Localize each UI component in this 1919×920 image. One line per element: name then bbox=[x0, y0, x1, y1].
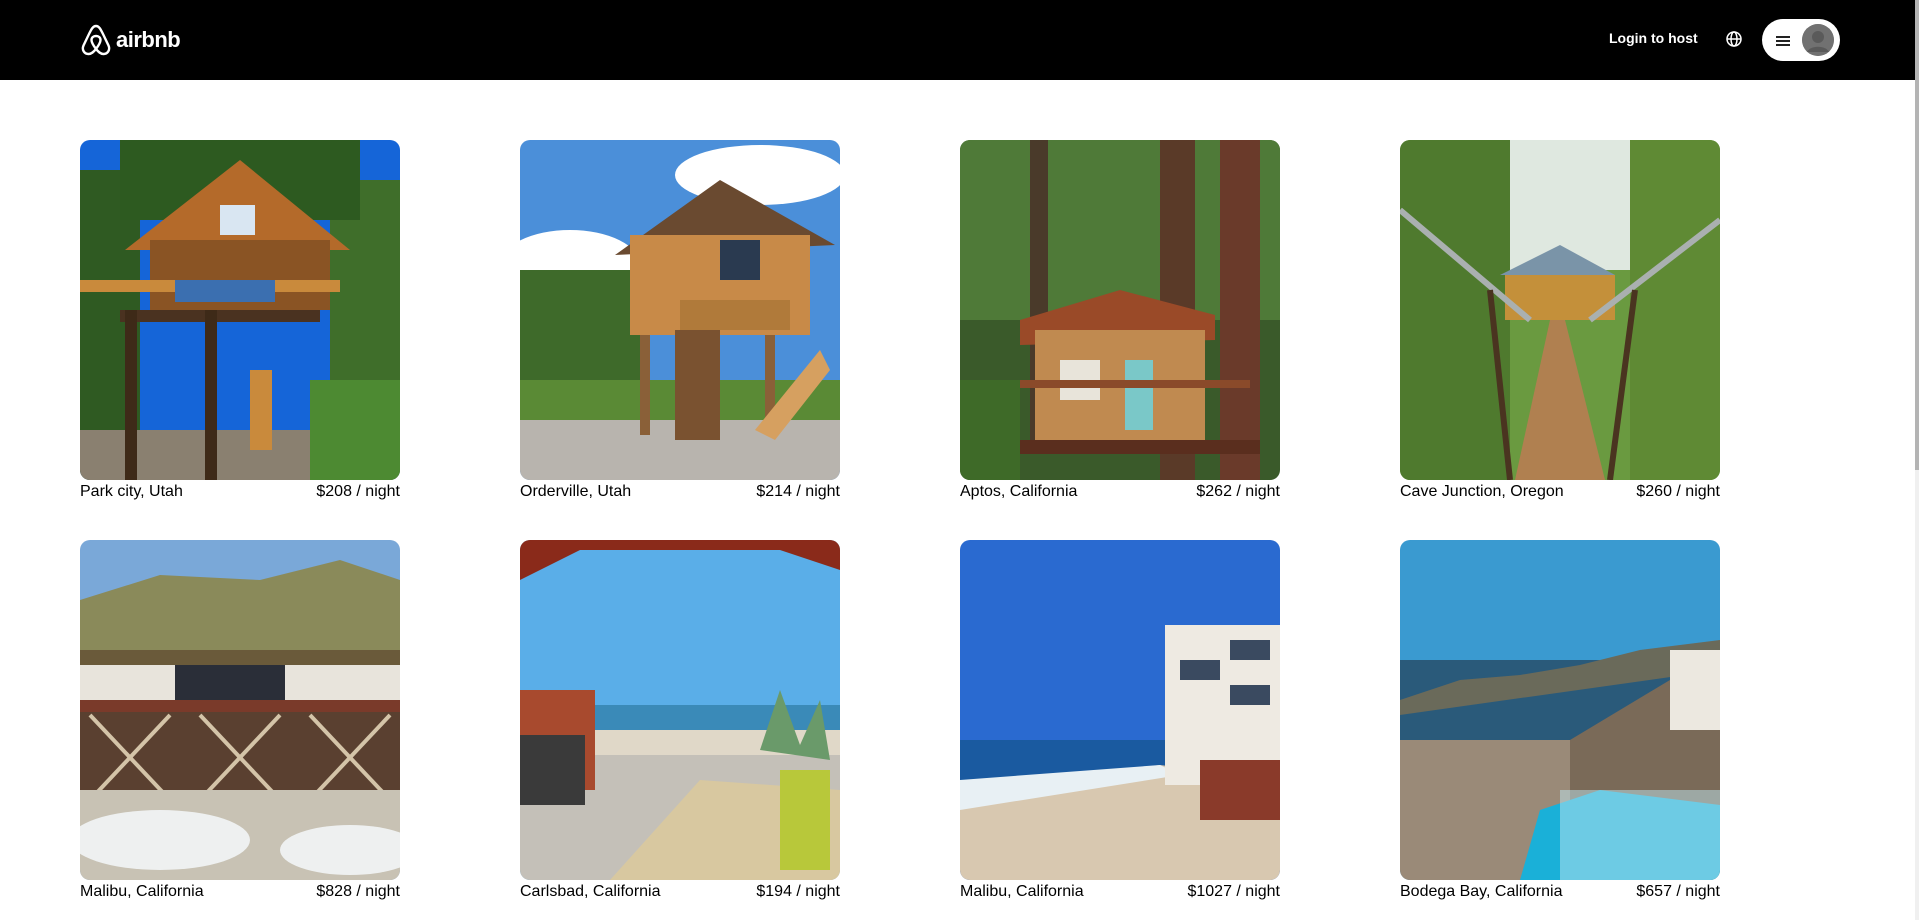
user-avatar-icon bbox=[1802, 24, 1834, 56]
listing-location: Carlsbad, California bbox=[520, 883, 661, 900]
listing-location: Bodega Bay, California bbox=[1400, 883, 1563, 900]
listing-location: Malibu, California bbox=[80, 883, 204, 900]
listing-card[interactable]: Malibu, California $828 / night bbox=[80, 540, 400, 902]
listing-location: Malibu, California bbox=[960, 883, 1084, 900]
listing-card[interactable]: Aptos, California $262 / night bbox=[960, 140, 1280, 502]
listing-price: $214 / night bbox=[756, 483, 840, 500]
listing-price: $657 / night bbox=[1636, 883, 1720, 900]
top-navbar: airbnb Login to host bbox=[0, 0, 1919, 80]
listing-card[interactable]: Bodega Bay, California $657 / night bbox=[1400, 540, 1720, 902]
logo-text: airbnb bbox=[116, 27, 181, 52]
listing-price: $262 / night bbox=[1196, 483, 1280, 500]
listing-card[interactable]: Orderville, Utah $214 / night bbox=[520, 140, 840, 502]
listing-photo[interactable] bbox=[80, 140, 400, 480]
hamburger-icon bbox=[1776, 36, 1790, 46]
listing-photo[interactable] bbox=[960, 540, 1280, 880]
listings-grid: Park city, Utah $208 / night Orderville,… bbox=[80, 140, 1720, 902]
listing-location: Orderville, Utah bbox=[520, 483, 632, 500]
listing-price: $194 / night bbox=[756, 883, 840, 900]
listing-photo[interactable] bbox=[520, 140, 840, 480]
listing-photo[interactable] bbox=[1400, 140, 1720, 480]
airbnb-logo-icon bbox=[81, 24, 111, 56]
listing-price: $260 / night bbox=[1636, 483, 1720, 500]
listing-location: Park city, Utah bbox=[80, 483, 183, 500]
listing-price: $828 / night bbox=[316, 883, 400, 900]
listing-price: $1027 / night bbox=[1187, 883, 1280, 900]
scrollbar-thumb[interactable] bbox=[1915, 0, 1919, 470]
listing-photo[interactable] bbox=[520, 540, 840, 880]
listing-price: $208 / night bbox=[316, 483, 400, 500]
listing-card[interactable]: Carlsbad, California $194 / night bbox=[520, 540, 840, 902]
login-to-host-link[interactable]: Login to host bbox=[1609, 30, 1698, 46]
listing-card[interactable]: Park city, Utah $208 / night bbox=[80, 140, 400, 502]
listing-location: Aptos, California bbox=[960, 483, 1078, 500]
listing-card[interactable]: Malibu, California $1027 / night bbox=[960, 540, 1280, 902]
user-menu-button[interactable] bbox=[1762, 19, 1840, 61]
airbnb-logo[interactable]: airbnb bbox=[80, 22, 181, 58]
listing-photo[interactable] bbox=[80, 540, 400, 880]
listing-photo[interactable] bbox=[960, 140, 1280, 480]
globe-icon[interactable] bbox=[1725, 30, 1743, 48]
listing-card[interactable]: Cave Junction, Oregon $260 / night bbox=[1400, 140, 1720, 502]
listing-photo[interactable] bbox=[1400, 540, 1720, 880]
listing-location: Cave Junction, Oregon bbox=[1400, 483, 1564, 500]
